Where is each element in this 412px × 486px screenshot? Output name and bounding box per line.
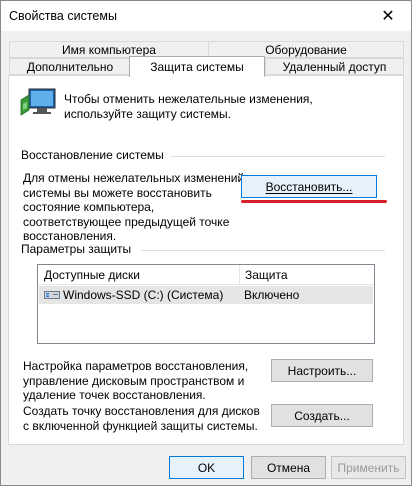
- drives-list[interactable]: Доступные диски Защита Windows-SSD (C:) …: [37, 264, 375, 344]
- tab-remote[interactable]: Удаленный доступ: [265, 58, 404, 75]
- column-separator[interactable]: [239, 265, 240, 285]
- tab-label: Оборудование: [265, 42, 347, 57]
- restore-button-label: Восстановить...: [265, 179, 353, 194]
- column-drives[interactable]: Доступные диски: [44, 268, 140, 282]
- restore-button[interactable]: Восстановить...: [241, 175, 377, 198]
- ok-button-label: OK: [197, 460, 216, 475]
- configure-button-label: Настроить...: [287, 363, 357, 378]
- column-protection[interactable]: Защита: [245, 268, 288, 282]
- drive-status: Включено: [244, 288, 300, 302]
- restore-description: Для отмены нежелательных изменений систе…: [23, 171, 245, 243]
- highlight-underline: [241, 200, 387, 203]
- cancel-button[interactable]: Отмена: [251, 456, 326, 479]
- tab-label: Дополнительно: [26, 59, 114, 74]
- configure-description: Настройка параметров восстановления, упр…: [23, 359, 249, 402]
- tab-advanced[interactable]: Дополнительно: [9, 58, 131, 75]
- create-button-label: Создать...: [294, 408, 350, 423]
- system-properties-window: Свойства системы ✕ Имя компьютера Оборуд…: [0, 0, 412, 486]
- ok-button[interactable]: OK: [169, 456, 244, 479]
- intro-text: Чтобы отменить нежелательные изменения, …: [64, 92, 313, 121]
- divider: [141, 250, 385, 251]
- tab-label: Защита системы: [150, 60, 244, 74]
- apply-button[interactable]: Применить: [331, 456, 406, 479]
- create-button[interactable]: Создать...: [271, 404, 373, 427]
- configure-button[interactable]: Настроить...: [271, 359, 373, 382]
- tab-label: Удаленный доступ: [282, 59, 387, 74]
- tab-system-protection[interactable]: Защита системы: [129, 56, 265, 77]
- divider: [171, 156, 385, 157]
- tab-label: Имя компьютера: [62, 42, 156, 57]
- protection-group-label: Параметры защиты: [21, 242, 132, 256]
- title-bar: Свойства системы ✕: [1, 1, 411, 31]
- create-description: Создать точку восстановления для дисков …: [23, 404, 260, 433]
- tab-panel: Чтобы отменить нежелательные изменения, …: [8, 75, 404, 445]
- system-protection-icon: [20, 88, 56, 116]
- apply-button-label: Применить: [337, 460, 400, 475]
- window-title: Свойства системы: [9, 9, 117, 23]
- cancel-button-label: Отмена: [266, 460, 311, 475]
- list-header: Доступные диски Защита: [38, 265, 374, 285]
- drive-name: Windows-SSD (C:) (Система): [63, 288, 224, 302]
- table-row[interactable]: Windows-SSD (C:) (Система) Включено: [39, 286, 373, 304]
- drive-icon: [44, 291, 60, 299]
- close-button[interactable]: ✕: [365, 1, 411, 31]
- close-icon: ✕: [381, 8, 395, 25]
- restore-group-label: Восстановление системы: [21, 148, 164, 162]
